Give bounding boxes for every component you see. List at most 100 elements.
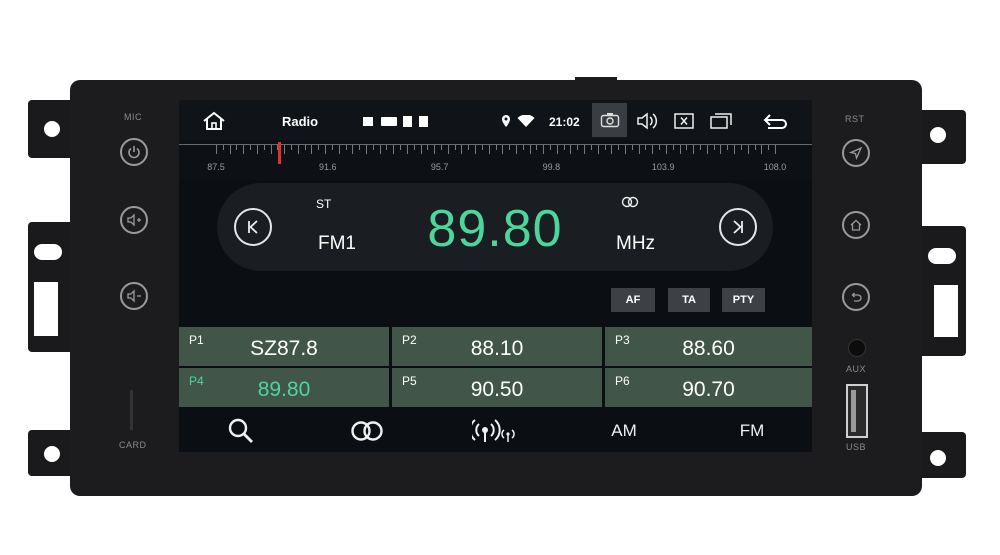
screenshot-icon — [600, 113, 619, 128]
dial-tick — [365, 144, 367, 154]
radio-scan-icon — [472, 419, 515, 442]
af-button[interactable]: AF — [611, 288, 655, 312]
bottom-bar: AM FM — [179, 410, 812, 452]
pty-button[interactable]: PTY — [722, 288, 765, 312]
clock: 21:02 — [549, 115, 580, 129]
dial-tick — [325, 144, 327, 154]
card-slot[interactable] — [130, 390, 133, 430]
dial-tick — [297, 144, 299, 154]
dial-label: 103.9 — [651, 162, 675, 172]
usb-port[interactable] — [846, 384, 868, 438]
dial-tick — [775, 144, 776, 154]
mount-slot — [934, 285, 958, 337]
band-label: FM1 — [318, 233, 356, 254]
preset-p4[interactable]: P4 89.80 — [179, 368, 389, 407]
dial-tick — [488, 144, 490, 154]
dial-tick — [406, 144, 408, 154]
back-status-button[interactable] — [761, 111, 789, 131]
stereo-button[interactable] — [345, 410, 389, 452]
dial-tick — [706, 144, 708, 154]
volume-down-button[interactable] — [120, 282, 148, 310]
frequency-dial[interactable]: 87.5 91.6 95.7 99.8 103.9 108.0 — [179, 140, 812, 180]
card-label: CARD — [119, 440, 147, 450]
stereo-indicator: ST — [316, 197, 332, 211]
dial-tick — [638, 144, 640, 154]
close-box-icon — [674, 113, 694, 129]
aux-jack[interactable] — [848, 339, 866, 357]
dial-tick — [761, 144, 763, 154]
volume-down-icon — [127, 289, 141, 303]
bezel-top-notch — [575, 77, 617, 83]
mount-hole — [44, 446, 60, 462]
dial-marker[interactable] — [277, 142, 281, 164]
preset-p5[interactable]: P5 90.50 — [392, 368, 602, 407]
dial-label: 99.8 — [542, 162, 561, 172]
navigation-icon — [849, 146, 863, 160]
dial-tick — [502, 144, 504, 154]
preset-frequency: SZ87.8 — [250, 337, 318, 360]
usb-port-tongue — [851, 390, 856, 432]
mount-slot — [34, 244, 62, 260]
preset-p3[interactable]: P3 88.60 — [605, 327, 812, 366]
preset-frequency: 90.70 — [682, 378, 735, 401]
dial-tick — [461, 144, 463, 154]
dial-label: 87.5 — [207, 162, 225, 172]
dial-tick — [597, 144, 599, 154]
back-button[interactable] — [842, 283, 870, 311]
preset-p6[interactable]: P6 90.70 — [605, 368, 812, 407]
dial-tick — [584, 144, 586, 154]
mount-hole — [44, 121, 60, 137]
screenshot-button[interactable] — [592, 103, 627, 137]
preset-frequency: 89.80 — [257, 378, 311, 401]
mount-hole — [930, 450, 946, 466]
preset-frequency: 88.10 — [470, 337, 524, 360]
dial-tick — [216, 144, 217, 154]
dial-tick — [556, 144, 558, 154]
dial-tick — [543, 144, 545, 154]
power-button[interactable] — [120, 138, 148, 166]
preset-p1[interactable]: P1 SZ87.8 — [179, 327, 389, 366]
back-icon — [851, 292, 862, 302]
seek-prev-icon — [248, 220, 258, 234]
tuner-panel: ST FM1 89.80 MHz — [217, 183, 773, 271]
dial-tick — [720, 144, 722, 154]
radio-scan-button[interactable] — [471, 410, 519, 452]
aux-label: AUX — [846, 364, 867, 374]
unit-label: MHz — [616, 233, 656, 254]
navigation-button[interactable] — [842, 139, 870, 167]
am-button[interactable]: AM — [601, 410, 647, 452]
location-icon — [501, 114, 511, 128]
dial-tick — [515, 144, 517, 154]
volume-button[interactable] — [635, 110, 659, 132]
preset-p2[interactable]: P2 88.10 — [392, 327, 602, 366]
frequency-display: 89.80 — [427, 200, 563, 258]
home-button[interactable] — [842, 211, 870, 239]
volume-up-icon — [127, 213, 141, 227]
dial-tick — [693, 144, 695, 154]
dial-tick — [379, 144, 381, 154]
dial-tick — [475, 144, 477, 154]
dial-tick — [256, 144, 258, 154]
dial-tick — [679, 144, 681, 154]
dial-tick — [529, 144, 531, 154]
home-status-button[interactable] — [201, 110, 227, 132]
ta-button[interactable]: TA — [668, 288, 710, 312]
dial-tick — [434, 144, 436, 154]
close-box-button[interactable] — [673, 111, 695, 131]
sim-card-icon — [419, 116, 428, 127]
volume-icon — [637, 112, 658, 130]
dial-label: 108.0 — [763, 162, 787, 172]
dial-tick — [611, 144, 613, 154]
sd-card-icon — [403, 116, 412, 127]
seek-prev-button[interactable] — [234, 208, 272, 246]
fm-button[interactable]: FM — [729, 410, 775, 452]
dial-tick — [734, 144, 736, 154]
dial-tick — [243, 144, 245, 154]
power-icon — [128, 146, 140, 159]
search-button[interactable] — [219, 410, 263, 452]
seek-next-button[interactable] — [719, 208, 757, 246]
dial-label: 95.7 — [430, 162, 449, 172]
recent-apps-button[interactable] — [709, 111, 733, 131]
preset-frequency: 88.60 — [682, 337, 735, 360]
volume-up-button[interactable] — [120, 206, 148, 234]
